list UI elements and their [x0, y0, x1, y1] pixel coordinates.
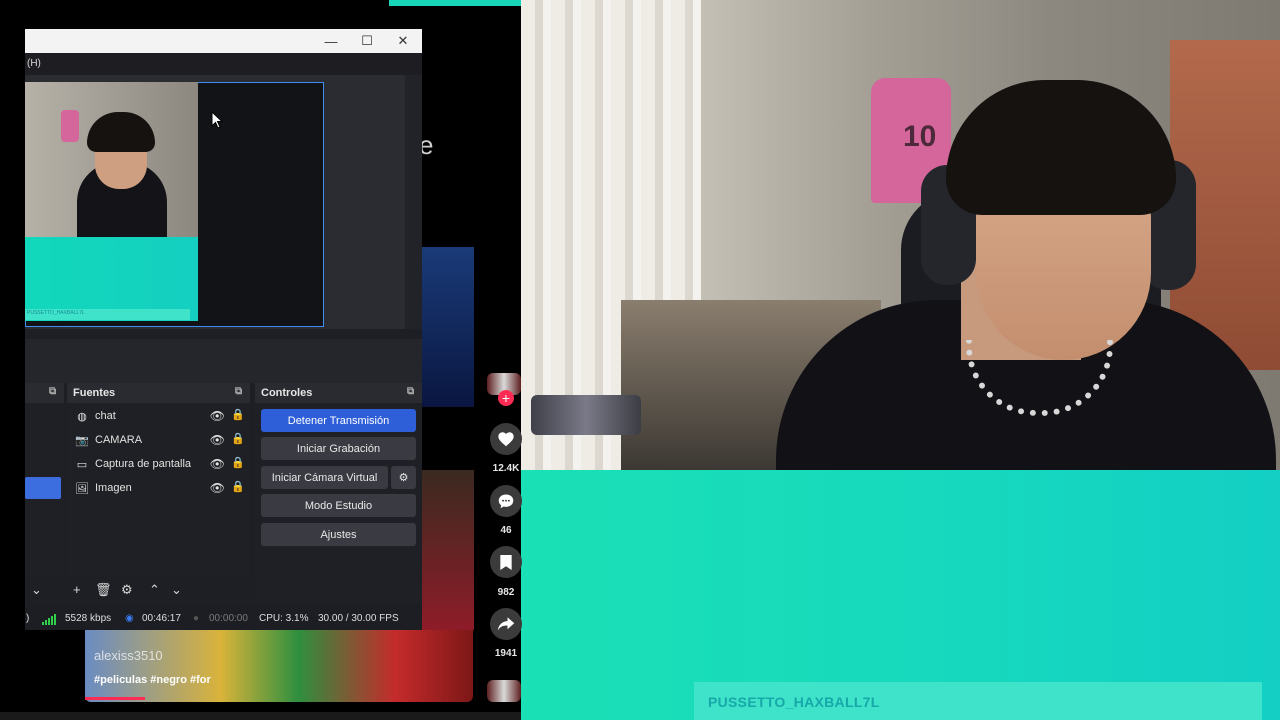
bitrate: 5528 kbps: [65, 613, 112, 624]
share-button[interactable]: [490, 608, 522, 640]
studio-mode-button[interactable]: Modo Estudio: [261, 494, 416, 517]
controls-title: Controles: [261, 387, 313, 399]
fps: 30.00 / 30.00 FPS: [318, 613, 399, 624]
stop-stream-button[interactable]: Detener Transmisión: [261, 409, 416, 432]
scenes-dock-header: ⧉: [25, 383, 64, 403]
source-item-camara[interactable]: 📷 CAMARA 👁 🔒: [75, 428, 253, 452]
source-label: chat: [95, 410, 116, 422]
eye-icon[interactable]: 👁: [210, 433, 225, 447]
sources-title: Fuentes: [73, 387, 116, 399]
source-item-screen-capture[interactable]: ▭ Captura de pantalla 👁 🔒: [75, 452, 253, 476]
music-disc[interactable]: [487, 680, 521, 702]
close-button[interactable]: ✕: [385, 29, 421, 53]
monitor-icon: ▭: [76, 458, 88, 471]
dock-float-icon[interactable]: ⧉: [235, 386, 242, 397]
gear-icon: ⚙: [398, 472, 409, 484]
stream-time: 00:46:17: [142, 613, 181, 624]
camera-icon: 📷: [75, 434, 89, 447]
tiktok-video-blue: [422, 247, 474, 407]
source-item-chat[interactable]: ◍ chat 👁 🔒: [75, 404, 253, 428]
lock-icon[interactable]: 🔒: [231, 432, 245, 445]
dock-float-icon[interactable]: ⧉: [49, 386, 56, 397]
video-username[interactable]: alexiss3510: [94, 648, 163, 663]
trash-icon[interactable]: 🗑: [95, 582, 112, 598]
saves-count: 982: [497, 587, 515, 598]
chevron-up-icon[interactable]: ⌃: [149, 582, 160, 598]
save-button[interactable]: [490, 546, 522, 578]
sources-dock-header: Fuentes ⧉: [67, 383, 250, 403]
stream-live-icon: ◉: [125, 613, 134, 624]
lock-icon[interactable]: 🔒: [231, 480, 245, 493]
dock-float-icon[interactable]: ⧉: [407, 386, 414, 397]
status-prefix: ): [26, 613, 30, 624]
title-bar: — ☐ ✕: [25, 29, 422, 53]
person-hair: [946, 80, 1176, 215]
share-arrow-icon: [497, 617, 515, 631]
source-label: CAMARA: [95, 434, 143, 446]
preview-name-text: PUSSETTO_HAXBALL7L: [27, 310, 85, 316]
record-dot-icon: ●: [193, 613, 200, 624]
lock-icon[interactable]: 🔒: [231, 408, 245, 421]
shares-count: 1941: [494, 648, 518, 659]
jersey-number: 10: [903, 120, 937, 153]
controls-dock-header: Controles ⧉: [255, 383, 422, 403]
start-recording-button[interactable]: Iniciar Grabación: [261, 437, 416, 460]
tiktok-video-movie[interactable]: [422, 470, 474, 630]
chevron-down-icon[interactable]: ⌄: [171, 582, 182, 598]
preview-camera-source[interactable]: [25, 82, 198, 237]
image-icon: 🖼: [75, 482, 89, 495]
selected-scene[interactable]: [25, 477, 61, 499]
add-icon[interactable]: +: [73, 582, 81, 597]
top-accent-bar: [389, 0, 521, 6]
video-hashtags[interactable]: #peliculas #negro #for: [94, 674, 211, 686]
eye-icon[interactable]: 👁: [210, 481, 225, 495]
webcam-feed: 10: [521, 0, 1280, 470]
menu-bar: [25, 53, 422, 75]
heart-icon: [498, 432, 514, 447]
source-label: Captura de pantalla: [95, 458, 192, 470]
chevron-down-icon[interactable]: ⌄: [31, 582, 42, 598]
likes-count: 12.4K: [492, 463, 520, 474]
follow-plus-icon[interactable]: +: [498, 390, 514, 406]
comment-button[interactable]: [490, 485, 522, 517]
bookmark-icon: [500, 554, 512, 570]
gear-icon[interactable]: ⚙: [121, 582, 133, 598]
signal-bars-icon: [42, 612, 56, 630]
menu-help[interactable]: (H): [27, 58, 41, 69]
eye-icon[interactable]: 👁: [210, 457, 225, 471]
eye-icon[interactable]: 👁: [210, 409, 225, 423]
preview-scrollbar[interactable]: [405, 75, 422, 329]
lock-icon[interactable]: 🔒: [231, 456, 245, 469]
source-item-imagen[interactable]: 🖼 Imagen 👁 🔒: [75, 476, 253, 500]
like-button[interactable]: [490, 423, 522, 455]
maximize-button[interactable]: ☐: [349, 29, 385, 53]
page-scroll-strip: [0, 712, 521, 720]
record-time: 00:00:00: [209, 613, 248, 624]
cans: [531, 395, 641, 435]
virtual-camera-settings-button[interactable]: ⚙: [391, 466, 416, 489]
obs-window: — ☐ ✕ (H) PUSSETTO_HAXBALL7L ⧉ ⌄ Fuentes…: [25, 29, 422, 630]
mouse-cursor-icon: [211, 110, 224, 134]
minimize-button[interactable]: —: [313, 29, 349, 53]
video-progress-bar[interactable]: [85, 697, 145, 700]
globe-icon: ◍: [77, 410, 87, 423]
comment-icon: [498, 494, 514, 509]
mixer-area: [25, 339, 422, 383]
start-virtual-camera-button[interactable]: Iniciar Cámara Virtual: [261, 466, 388, 489]
comments-count: 46: [500, 525, 512, 536]
cpu-usage: CPU: 3.1%: [259, 613, 309, 624]
settings-button[interactable]: Ajustes: [261, 523, 416, 546]
streamer-name: PUSSETTO_HAXBALL7L: [708, 694, 880, 710]
source-label: Imagen: [95, 482, 132, 494]
video-thumbnail[interactable]: [85, 630, 473, 702]
